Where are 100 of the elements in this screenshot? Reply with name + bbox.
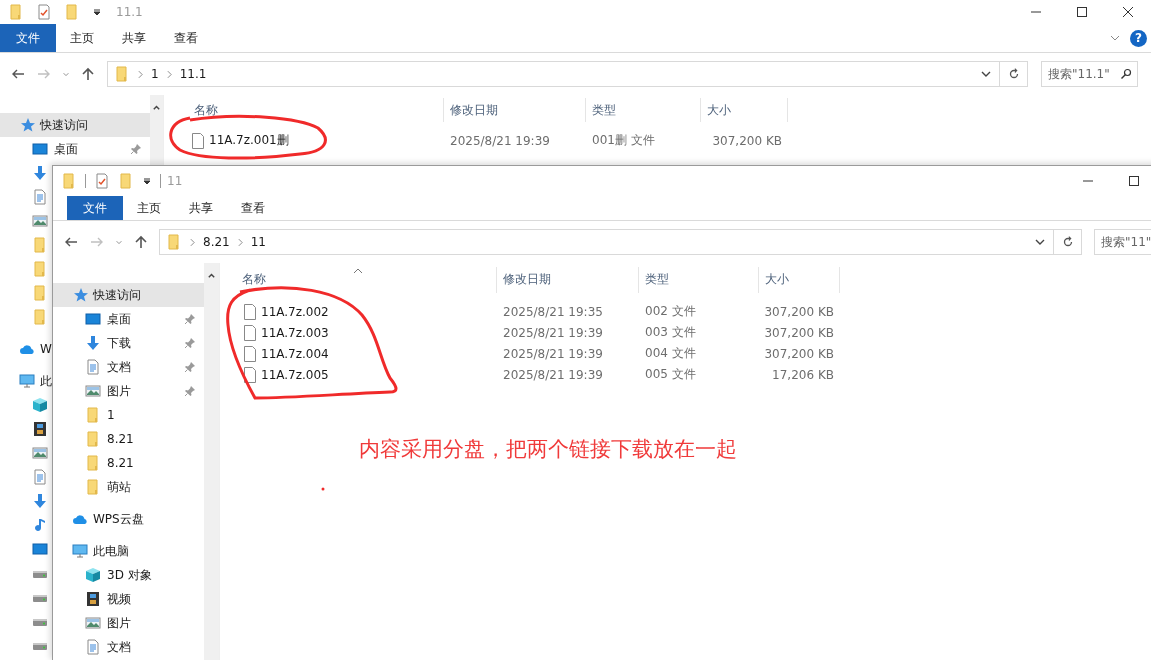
ribbon-tab[interactable]: 文件 bbox=[0, 24, 56, 52]
ribbon-tab[interactable]: 文件 bbox=[67, 196, 123, 220]
table-cell: 001删 文件 bbox=[592, 132, 655, 149]
search-field[interactable]: 搜索"11" bbox=[1094, 229, 1151, 255]
file-name[interactable]: 11A.7z.002 bbox=[261, 304, 329, 319]
nav-item[interactable]: 1 bbox=[53, 403, 204, 427]
monitor-icon bbox=[32, 141, 48, 157]
film-icon bbox=[32, 421, 48, 437]
nav-item[interactable]: 此 bbox=[0, 369, 52, 393]
properties-icon[interactable] bbox=[36, 4, 52, 20]
folder-icon bbox=[61, 173, 77, 189]
folder-icon bbox=[85, 455, 101, 471]
column-header[interactable]: 类型 bbox=[639, 267, 759, 293]
refresh-button[interactable] bbox=[1000, 61, 1028, 87]
ribbon-tab[interactable]: 共享 bbox=[108, 24, 160, 52]
down-arrow-icon bbox=[32, 165, 48, 181]
chevron-icon bbox=[138, 69, 143, 79]
dropdown-icon[interactable] bbox=[142, 176, 152, 186]
file-name[interactable]: 11A.7z.004 bbox=[261, 346, 329, 361]
folder-icon bbox=[32, 237, 48, 253]
table-cell: 2025/8/21 19:39 bbox=[503, 346, 603, 361]
close-icon bbox=[1123, 7, 1133, 17]
table-cell: 307,200 KB bbox=[712, 133, 782, 148]
nav-item[interactable]: 图片 bbox=[53, 611, 204, 635]
nav-item[interactable]: 快速访问 bbox=[0, 113, 150, 137]
nav-item[interactable]: 桌面 bbox=[53, 307, 204, 331]
dropdown-icon[interactable] bbox=[981, 69, 991, 79]
file-icon bbox=[192, 132, 204, 149]
search-field[interactable]: 搜索"11.1" bbox=[1041, 61, 1138, 87]
up-arrow-icon[interactable] bbox=[80, 66, 96, 82]
nav-item[interactable]: 图片 bbox=[53, 379, 204, 403]
nav-item[interactable]: 视频 bbox=[53, 587, 204, 611]
folder-icon bbox=[85, 407, 101, 423]
table-cell: 307,200 KB bbox=[764, 325, 834, 340]
nav-item[interactable]: 文档 bbox=[53, 355, 204, 379]
nav-item[interactable]: 3D 对象 bbox=[53, 563, 204, 587]
pin-icon[interactable] bbox=[130, 143, 142, 155]
column-header[interactable]: 修改日期 bbox=[444, 98, 586, 122]
table-cell: 2025/8/21 19:39 bbox=[450, 133, 550, 148]
breadcrumb-item[interactable]: 11.1 bbox=[179, 67, 207, 81]
nav-item[interactable]: 文档 bbox=[53, 635, 204, 659]
nav-item[interactable]: 8.21 bbox=[53, 451, 204, 475]
folder-icon bbox=[85, 479, 101, 495]
folder-icon bbox=[114, 66, 130, 82]
nav-item[interactable]: 8.21 bbox=[53, 427, 204, 451]
address-bar[interactable]: 8.21 11 bbox=[159, 229, 1054, 255]
pin-icon[interactable] bbox=[184, 337, 196, 349]
nav-item[interactable]: 此电脑 bbox=[53, 539, 129, 563]
nav-item[interactable]: WPS云盘 bbox=[53, 507, 144, 531]
pin-icon[interactable] bbox=[184, 361, 196, 373]
window-title: 11 bbox=[167, 174, 183, 188]
file-icon bbox=[244, 324, 256, 341]
dropdown-icon[interactable] bbox=[1035, 237, 1045, 247]
address-bar[interactable]: 1 11.1 bbox=[107, 61, 1000, 87]
breadcrumb-item[interactable]: 1 bbox=[151, 67, 159, 81]
table-cell: 003 文件 bbox=[645, 324, 696, 341]
file-name[interactable]: 11A.7z.003 bbox=[261, 325, 329, 340]
file-name[interactable]: 11A.7z.005 bbox=[261, 367, 329, 382]
nav-item[interactable]: W bbox=[0, 337, 52, 361]
nav-item[interactable]: 桌面 bbox=[0, 137, 150, 161]
up-arrow-icon[interactable] bbox=[133, 234, 149, 250]
nav-item[interactable]: 快速访问 bbox=[53, 283, 204, 307]
refresh-button[interactable] bbox=[1054, 229, 1082, 255]
folder-icon bbox=[8, 4, 24, 20]
table-cell: 2025/8/21 19:39 bbox=[503, 367, 603, 382]
film-icon bbox=[85, 591, 101, 607]
cube-icon bbox=[32, 397, 48, 413]
breadcrumb-item[interactable]: 11 bbox=[250, 235, 266, 249]
file-icon bbox=[244, 366, 256, 383]
column-header[interactable]: 名称 bbox=[220, 267, 497, 293]
scroll-up-icon[interactable] bbox=[152, 103, 161, 112]
nav-item[interactable]: 萌站 bbox=[53, 475, 204, 499]
chevron-icon bbox=[237, 237, 243, 247]
pin-icon[interactable] bbox=[184, 313, 196, 325]
column-header[interactable]: 大小 bbox=[701, 98, 788, 122]
ribbon-tab[interactable]: 查看 bbox=[227, 196, 279, 220]
column-header[interactable]: 大小 bbox=[759, 267, 840, 293]
ribbon-tab[interactable]: 主页 bbox=[123, 196, 175, 220]
ribbon-tab[interactable]: 共享 bbox=[175, 196, 227, 220]
breadcrumb-item[interactable]: 8.21 bbox=[203, 235, 230, 249]
column-header[interactable]: 类型 bbox=[586, 98, 701, 122]
scrollbar[interactable] bbox=[204, 263, 219, 660]
music-note-icon bbox=[32, 517, 48, 533]
ribbon-tab[interactable]: 主页 bbox=[56, 24, 108, 52]
help-button[interactable]: ? bbox=[1130, 29, 1147, 47]
picture-icon bbox=[32, 213, 48, 229]
document-icon bbox=[32, 189, 48, 205]
file-name[interactable]: 11A.7z.001删 bbox=[209, 132, 289, 149]
expand-ribbon-icon[interactable] bbox=[1110, 33, 1120, 43]
dropdown-icon[interactable] bbox=[92, 7, 102, 17]
properties-icon[interactable] bbox=[94, 173, 110, 189]
scroll-up-icon[interactable] bbox=[207, 271, 216, 280]
nav-item[interactable]: 下载 bbox=[53, 331, 204, 355]
column-header[interactable]: 名称 bbox=[164, 98, 444, 122]
column-header[interactable]: 修改日期 bbox=[497, 267, 639, 293]
search-icon[interactable] bbox=[1120, 68, 1132, 80]
ribbon-tab[interactable]: 查看 bbox=[160, 24, 212, 52]
folder-icon bbox=[32, 309, 48, 325]
pin-icon[interactable] bbox=[184, 385, 196, 397]
picture-icon bbox=[85, 383, 101, 399]
